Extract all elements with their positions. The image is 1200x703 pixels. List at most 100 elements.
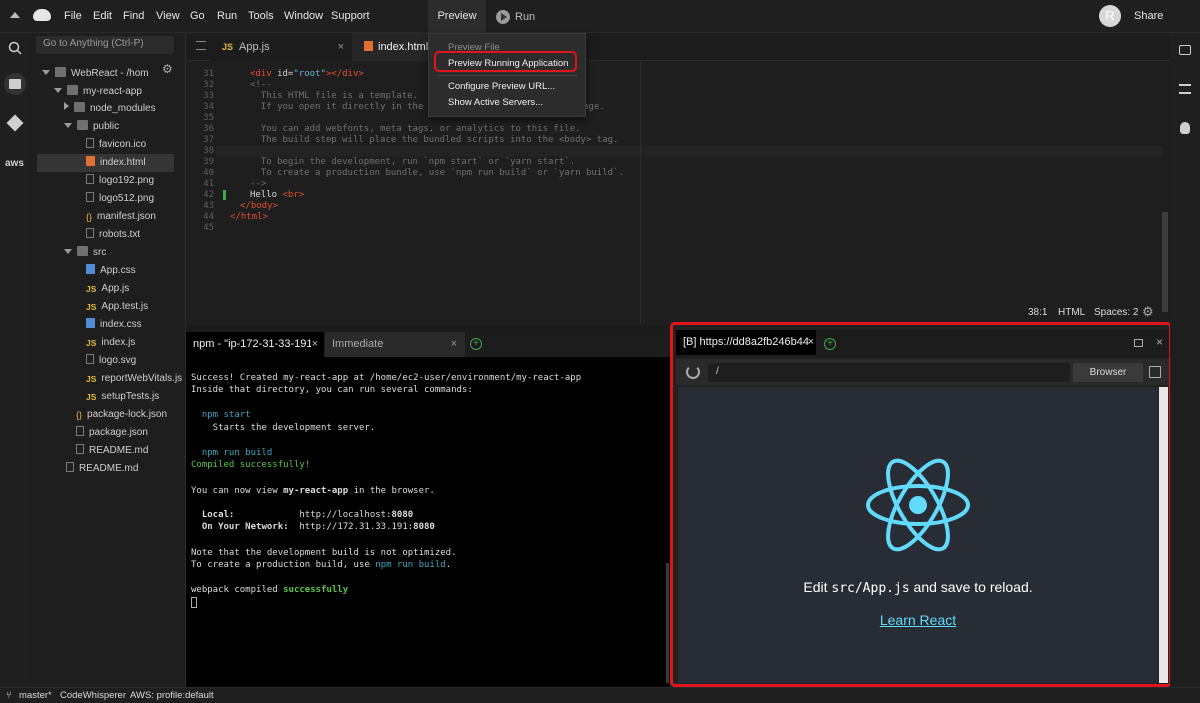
code-line: You can add webfonts, meta tags, or anal…	[250, 124, 581, 134]
tree-file-selected[interactable]: index.html	[37, 154, 174, 172]
code-line: -->	[250, 179, 267, 189]
line-number: 37	[203, 135, 214, 145]
line-number: 36	[203, 124, 214, 134]
tree-folder-node-modules[interactable]: node_modules	[64, 100, 156, 118]
terminal-line: Note that the development build is not o…	[191, 548, 457, 558]
terminal-cursor	[191, 597, 197, 608]
menu-view[interactable]: View	[156, 10, 180, 22]
tab-app-js[interactable]: JS App.js ×	[210, 33, 352, 61]
run-label: Run	[515, 11, 536, 23]
tree-file[interactable]: JS index.js	[86, 334, 135, 352]
tree-file[interactable]: JS setupTests.js	[86, 388, 159, 406]
gear-icon[interactable]: ⚙	[162, 62, 173, 76]
menu-item-active-servers[interactable]: Show Active Servers...	[448, 97, 543, 108]
menu-go[interactable]: Go	[190, 10, 205, 22]
line-number: 43	[203, 201, 214, 211]
code-line: To begin the development, run `npm start…	[250, 157, 576, 167]
outline-icon[interactable]	[1179, 84, 1191, 94]
tree-file[interactable]: logo.svg	[86, 352, 136, 370]
close-icon[interactable]: ×	[312, 332, 318, 357]
status-bar: ⑂ master* CodeWhisperer AWS: profile:def…	[0, 687, 1200, 703]
debugger-icon[interactable]	[1180, 122, 1190, 134]
tree-folder-app[interactable]: my-react-app	[54, 83, 142, 101]
code-line: <div id="root"></div>	[250, 69, 364, 79]
aws-icon[interactable]: aws	[5, 158, 24, 169]
codewhisperer-status[interactable]: CodeWhisperer	[60, 690, 126, 701]
tree-file[interactable]: logo512.png	[86, 190, 154, 208]
share-button[interactable]: Share	[1134, 10, 1163, 22]
js-icon: JS	[222, 42, 234, 52]
code-line: To create a production bundle, use `npm …	[250, 168, 624, 178]
tree-file[interactable]: package.json	[76, 424, 148, 442]
line-number: 35	[203, 113, 214, 123]
menu-item-configure-url[interactable]: Configure Preview URL...	[448, 81, 555, 92]
menu-find[interactable]: Find	[123, 10, 144, 22]
terminal-scrollbar[interactable]	[666, 563, 669, 683]
cursor-position[interactable]: 38:1	[1028, 307, 1047, 318]
code-line: Hello <br>	[250, 190, 305, 200]
gear-icon[interactable]: ⚙	[1142, 304, 1154, 320]
menu-icon[interactable]	[196, 41, 206, 50]
tree-file[interactable]: {} package-lock.json	[76, 406, 167, 424]
indent-setting[interactable]: Spaces: 2	[1094, 307, 1138, 318]
line-number: 44	[203, 212, 214, 222]
line-number: 34	[203, 102, 214, 112]
tree-folder-src[interactable]: src	[64, 244, 106, 262]
tree-file[interactable]: JS App.test.js	[86, 298, 148, 316]
tree-file[interactable]: robots.txt	[86, 226, 140, 244]
activity-bar: aws	[0, 33, 30, 687]
preview-menu-button[interactable]: Preview	[428, 0, 486, 33]
tree-file[interactable]: JS reportWebVitals.js	[86, 370, 182, 388]
search-icon[interactable]	[8, 41, 22, 55]
menu-run[interactable]: Run	[217, 10, 237, 22]
close-icon[interactable]: ×	[338, 33, 344, 61]
preview-dropdown: Preview File Preview Running Application…	[428, 33, 586, 117]
terminal-line: Success! Created my-react-app at /home/e…	[191, 373, 582, 383]
tree-file[interactable]: index.css	[86, 316, 142, 334]
terminal-line: Inside that directory, you can run sever…	[191, 385, 473, 395]
terminal-line: You can now view my-react-app in the bro…	[191, 486, 435, 496]
tree-file[interactable]: {} manifest.json	[86, 208, 156, 226]
collaborate-icon[interactable]	[1179, 45, 1191, 55]
tab-terminal[interactable]: npm - "ip-172-31-33-191.é ×	[186, 332, 324, 357]
menu-window[interactable]: Window	[284, 10, 323, 22]
tree-file[interactable]: README.md	[76, 442, 148, 460]
terminal-line: npm start	[191, 410, 251, 420]
git-change-marker	[223, 190, 226, 200]
line-number: 31	[203, 69, 214, 79]
language-mode[interactable]: HTML	[1058, 307, 1085, 318]
terminal-line: Starts the development server.	[191, 423, 376, 433]
tree-root[interactable]: WebReact - /hom	[42, 65, 149, 83]
terminal-line: webpack compiled successfully	[191, 585, 349, 595]
menu-divider	[437, 75, 577, 76]
environment-icon[interactable]	[4, 73, 26, 95]
menu-edit[interactable]: Edit	[93, 10, 112, 22]
git-icon[interactable]	[6, 114, 24, 132]
tab-immediate[interactable]: Immediate ×	[325, 332, 465, 357]
git-branch[interactable]: master*	[19, 690, 52, 701]
menu-tools[interactable]: Tools	[248, 10, 274, 22]
close-icon[interactable]: ×	[451, 332, 457, 357]
line-number: 32	[203, 80, 214, 90]
editor-scrollbar[interactable]	[1162, 212, 1168, 312]
avatar[interactable]: R	[1099, 5, 1121, 27]
menu-support[interactable]: Support	[331, 10, 370, 22]
menu-file[interactable]: File	[64, 10, 82, 22]
collapse-icon[interactable]	[10, 12, 20, 18]
tree-file[interactable]: favicon.ico	[86, 136, 146, 154]
code-line: The build step will place the bundled sc…	[250, 135, 619, 145]
goto-anything-input[interactable]: Go to Anything (Ctrl-P)	[36, 36, 174, 54]
tree-folder-public[interactable]: public	[64, 118, 119, 136]
menu-bar: File Edit Find View Go Run Tools Window …	[0, 0, 1200, 33]
tree-file[interactable]: README.md	[66, 460, 138, 478]
right-toolbar	[1170, 33, 1200, 687]
terminal-line: npm run build	[191, 448, 273, 458]
aws-profile[interactable]: AWS: profile:default	[130, 690, 214, 701]
tree-file[interactable]: JS App.js	[86, 280, 129, 298]
tree-file[interactable]: App.css	[86, 262, 136, 280]
tree-file[interactable]: logo192.png	[86, 172, 154, 190]
print-margin	[640, 62, 641, 324]
add-tab-icon[interactable]: +	[470, 338, 482, 350]
cloud9-logo	[33, 9, 51, 21]
run-button[interactable]: Run	[496, 8, 535, 26]
